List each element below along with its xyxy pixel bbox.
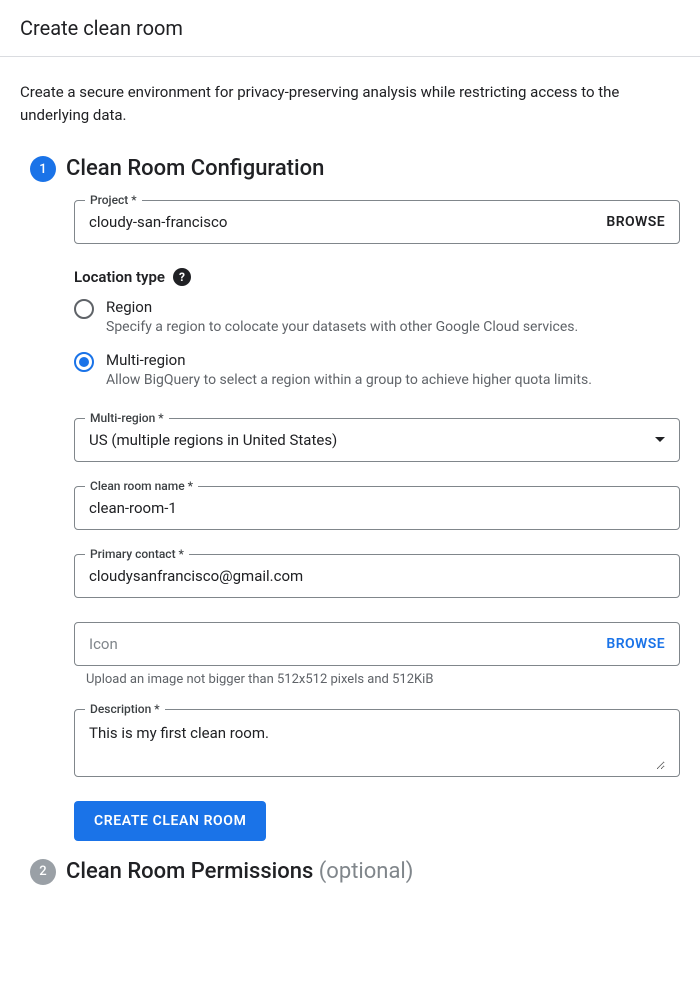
location-type-label: Location type [74, 268, 165, 286]
step-2-optional: (optional) [319, 859, 414, 884]
step-permissions: 2 Clean Room Permissions (optional) [20, 859, 680, 903]
radio-multi-region-hint: Allow BigQuery to select a region within… [106, 371, 680, 390]
intro-text: Create a secure environment for privacy-… [20, 81, 680, 126]
primary-contact-label: Primary contact * [85, 547, 189, 561]
multi-region-select[interactable]: Multi-region * US (multiple regions in U… [74, 418, 680, 462]
clean-room-name-label: Clean room name * [85, 479, 198, 493]
step-2-badge: 2 [30, 859, 56, 885]
step-configuration: 1 Clean Room Configuration Project * clo… [20, 156, 680, 841]
radio-region-hint: Specify a region to colocate your datase… [106, 318, 680, 337]
step-2-title: Clean Room Permissions (optional) [66, 859, 680, 885]
project-browse-button[interactable]: BROWSE [606, 214, 665, 230]
clean-room-name-field[interactable]: Clean room name * [74, 486, 680, 530]
project-value: cloudy-san-francisco [89, 213, 606, 231]
primary-contact-field[interactable]: Primary contact * [74, 554, 680, 598]
radio-region-label: Region [106, 298, 680, 316]
icon-input[interactable] [89, 635, 606, 653]
help-icon[interactable]: ? [173, 268, 191, 286]
dialog-title: Create clean room [0, 0, 700, 57]
multi-region-value: US (multiple regions in United States) [89, 431, 647, 449]
description-label: Description * [85, 702, 165, 716]
icon-hint: Upload an image not bigger than 512x512 … [74, 672, 680, 687]
icon-browse-button[interactable]: BROWSE [606, 636, 665, 652]
create-clean-room-button[interactable]: CREATE CLEAN ROOM [74, 801, 266, 841]
primary-contact-input[interactable] [89, 567, 665, 585]
radio-multi-region[interactable]: Multi-region Allow BigQuery to select a … [74, 351, 680, 390]
step-1-badge: 1 [30, 156, 56, 182]
project-field[interactable]: Project * cloudy-san-francisco BROWSE [74, 200, 680, 244]
location-type-radio-group: Region Specify a region to colocate your… [74, 298, 680, 390]
description-textarea[interactable]: This is my first clean room. [89, 724, 665, 770]
icon-field[interactable]: BROWSE [74, 622, 680, 666]
clean-room-name-input[interactable] [89, 499, 665, 517]
radio-multi-region-control[interactable] [74, 352, 94, 372]
chevron-down-icon [655, 437, 665, 442]
radio-region[interactable]: Region Specify a region to colocate your… [74, 298, 680, 337]
radio-region-control[interactable] [74, 299, 94, 319]
project-label: Project * [85, 193, 142, 207]
description-field[interactable]: Description * This is my first clean roo… [74, 709, 680, 777]
radio-multi-region-label: Multi-region [106, 351, 680, 369]
step-1-title: Clean Room Configuration [66, 156, 680, 182]
multi-region-label: Multi-region * [85, 411, 169, 425]
